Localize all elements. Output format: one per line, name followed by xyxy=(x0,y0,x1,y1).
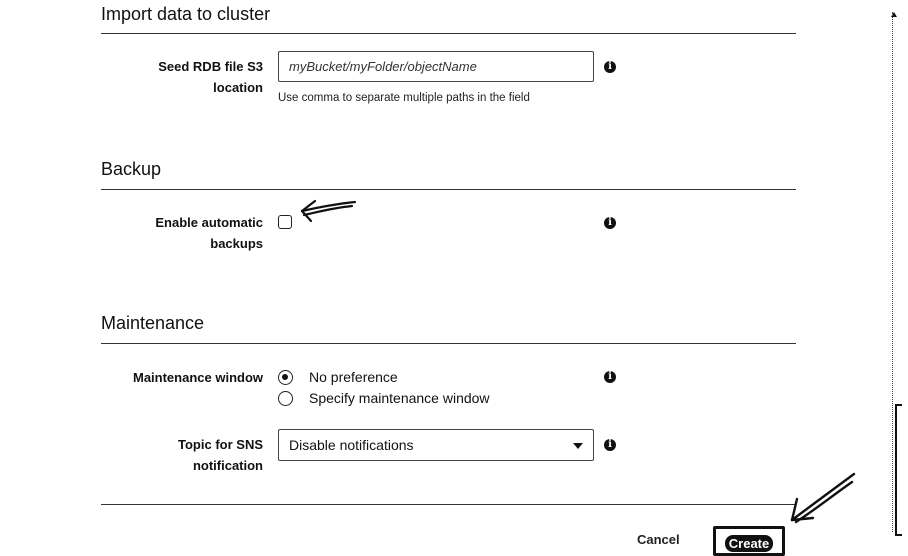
radio-label-specify-window: Specify maintenance window xyxy=(309,390,490,406)
section-title-maintenance: Maintenance xyxy=(101,313,205,333)
annotation-arrows xyxy=(300,199,856,524)
chevron-down-icon xyxy=(573,443,583,449)
sns-topic-select[interactable]: Disable notifications xyxy=(278,429,594,461)
create-button[interactable]: Create xyxy=(713,526,785,556)
section-title-backup: Backup xyxy=(101,159,162,179)
arrow-pointer-icon xyxy=(300,199,357,223)
section-divider xyxy=(101,343,796,344)
seed-rdb-label: Seed RDB file S3 location xyxy=(158,59,263,95)
radio-specify-window[interactable]: Specify maintenance window xyxy=(278,390,490,406)
info-icon[interactable]: i xyxy=(604,61,616,73)
enable-backups-label: Enable automatic backups xyxy=(155,215,263,251)
section-divider xyxy=(101,33,796,34)
seed-rdb-hint: Use comma to separate multiple paths in … xyxy=(278,92,530,104)
section-divider xyxy=(101,189,796,190)
cancel-button[interactable]: Cancel xyxy=(637,532,680,547)
arrow-pointer-icon xyxy=(790,472,856,524)
radio-label-no-preference: No preference xyxy=(309,369,398,385)
sns-topic-selected-value: Disable notifications xyxy=(289,437,414,453)
sns-topic-label: Topic for SNS notification xyxy=(178,437,263,473)
footer-divider xyxy=(101,504,796,505)
info-icon[interactable]: i xyxy=(604,217,616,229)
seed-rdb-s3-location-input[interactable] xyxy=(278,51,594,82)
radio-no-preference[interactable]: No preference xyxy=(278,369,398,385)
info-icon[interactable]: i xyxy=(604,371,616,383)
radio-button[interactable] xyxy=(278,390,293,406)
radio-button-checked[interactable] xyxy=(278,369,293,385)
create-button-label: Create xyxy=(724,534,774,552)
maintenance-window-label: Maintenance window xyxy=(132,370,263,385)
scrollbar-thumb[interactable] xyxy=(895,404,902,536)
enable-automatic-backups-checkbox[interactable] xyxy=(278,215,292,229)
info-icon[interactable]: i xyxy=(604,439,616,451)
section-title-import: Import data to cluster xyxy=(101,4,271,24)
